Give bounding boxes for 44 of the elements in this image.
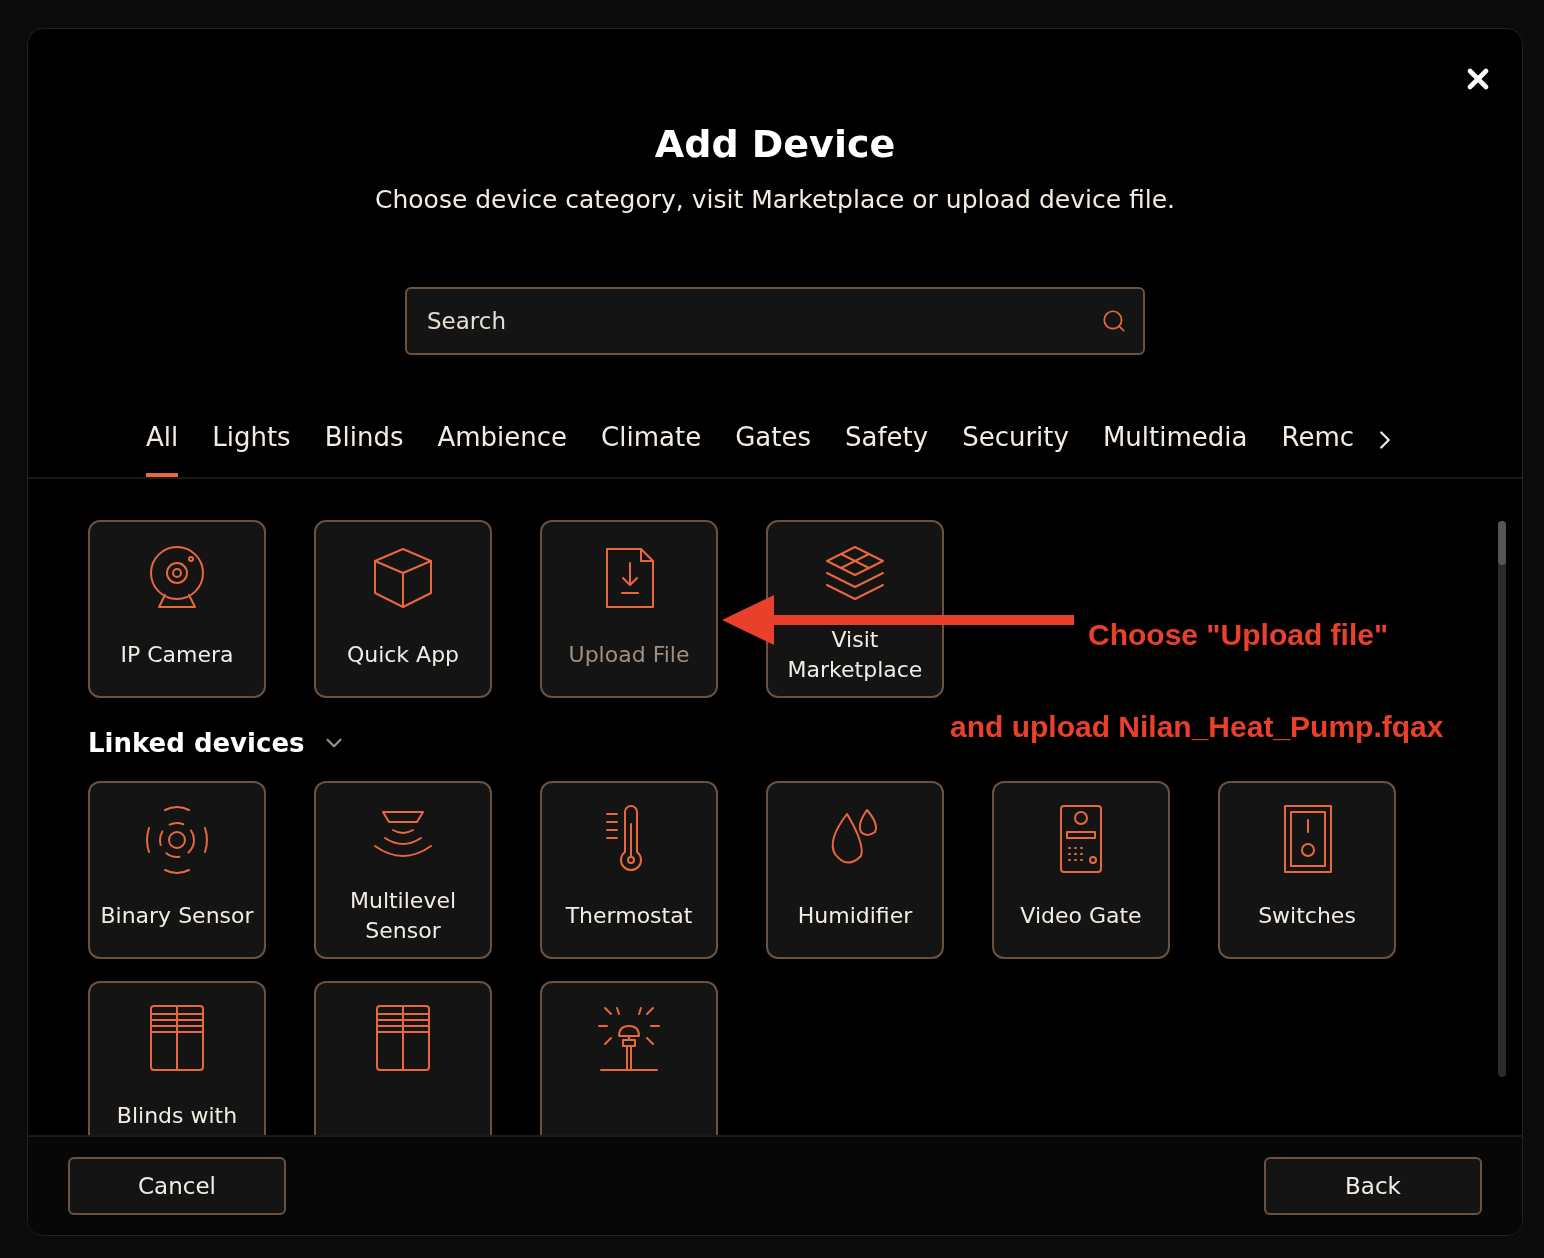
scrollbar-thumb[interactable] [1498,520,1506,565]
search-field[interactable]: Search [405,286,1145,355]
annotation-text: Choose "Upload file" [1088,616,1389,653]
section-toggle[interactable]: Linked devices [88,723,347,763]
category-tab[interactable]: Safety [845,416,929,477]
device-tile[interactable]: Humidifier [766,780,944,959]
device-tile[interactable]: Binary Sensor [88,780,266,959]
device-tile[interactable]: Thermostat [540,780,718,959]
device-tile[interactable]: Multilevel Sensor [314,780,492,959]
tile-label: Upload File [567,640,691,669]
dialog-subtitle: Choose device category, visit Marketplace or upload device file. [375,184,1175,216]
tile-label: Multilevel Sensor [348,886,458,945]
annotation-text: and upload Nilan_Heat_Pump.fqax [950,708,1444,745]
device-tile[interactable]: Quick App [314,519,492,698]
category-tab[interactable]: Gates [735,416,811,477]
tile-label: Binary Sensor [99,901,255,930]
back-button[interactable]: Back [1264,1157,1482,1215]
dialog-title: Add Device [654,121,896,168]
category-tab[interactable]: Climate [601,416,702,477]
category-tab[interactable]: Security [962,416,1069,477]
category-tab[interactable]: Multimedia [1102,416,1248,477]
device-tile[interactable]: Blinds with [88,980,266,1135]
category-tab[interactable]: All [146,416,179,477]
device-tile[interactable]: IP Camera [88,519,266,698]
tile-label: Switches [1257,901,1357,930]
tile-label: Humidifier [796,901,914,930]
tile-label: Video Gate [1019,901,1143,930]
motion-sensor-icon [145,803,209,874]
device-tile[interactable] [540,980,718,1135]
device-tile[interactable]: Switches [1218,780,1396,959]
cancel-button[interactable]: Cancel [68,1157,286,1215]
category-tab[interactable]: Ambience [437,416,568,477]
tile-label: IP Camera [119,640,235,669]
tile-label: Blinds with [115,1101,239,1130]
device-tile[interactable] [314,980,492,1135]
tile-label: Visit Marketplace [786,625,924,684]
search-icon [1101,307,1127,334]
category-tab[interactable]: Lights [212,416,291,477]
tile-label: Thermostat [564,901,694,930]
category-tab[interactable]: Blinds [324,416,404,477]
device-tile[interactable]: Video Gate [992,780,1170,959]
tile-label: Quick App [345,640,461,669]
device-tile[interactable]: Visit Marketplace [766,519,944,698]
category-tab[interactable]: Remc [1281,416,1354,477]
